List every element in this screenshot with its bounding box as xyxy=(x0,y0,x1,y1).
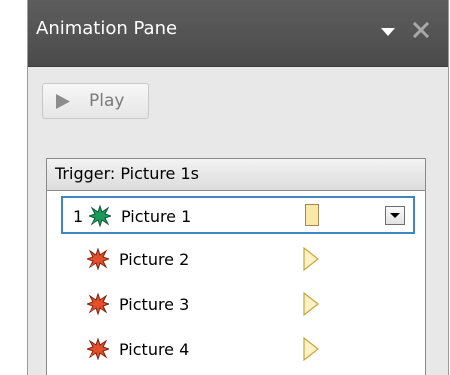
trigger-header[interactable]: Trigger: Picture 1s xyxy=(47,159,425,191)
animation-item-2[interactable]: Picture 2 xyxy=(61,241,415,279)
close-icon[interactable] xyxy=(412,21,430,39)
item-label: Picture 4 xyxy=(119,340,190,359)
timing-arrow-icon[interactable] xyxy=(303,292,319,316)
pane-title: Animation Pane xyxy=(36,18,178,39)
play-button-label: Play xyxy=(89,91,125,111)
chevron-down-icon xyxy=(390,213,400,218)
play-button[interactable]: Play xyxy=(42,83,149,119)
play-icon xyxy=(56,94,70,109)
animation-item-1[interactable]: 1 Picture 1 xyxy=(61,196,415,234)
burst-red-icon xyxy=(87,293,109,315)
animation-item-3[interactable]: Picture 3 xyxy=(61,286,415,324)
pane-titlebar: Animation Pane xyxy=(28,0,448,67)
timing-bar[interactable] xyxy=(305,204,319,226)
item-order-number: 1 xyxy=(73,207,84,226)
item-label: Picture 2 xyxy=(119,250,190,269)
timing-arrow-icon[interactable] xyxy=(303,247,319,271)
item-label: Picture 1 xyxy=(121,207,192,226)
animation-item-4[interactable]: Picture 4 xyxy=(61,331,415,369)
animation-pane: Animation Pane Play Trigger: Picture 1s … xyxy=(27,0,449,375)
animation-list: Trigger: Picture 1s 1 Picture 1 Picture … xyxy=(46,158,426,375)
timing-arrow-icon[interactable] xyxy=(303,337,319,361)
burst-green-icon xyxy=(89,205,111,227)
item-label: Picture 3 xyxy=(119,295,190,314)
item-dropdown-button[interactable] xyxy=(385,206,405,225)
chevron-down-icon[interactable] xyxy=(380,26,396,38)
burst-red-icon xyxy=(87,338,109,360)
burst-red-icon xyxy=(87,248,109,270)
trigger-label: Trigger: Picture 1s xyxy=(55,164,199,183)
